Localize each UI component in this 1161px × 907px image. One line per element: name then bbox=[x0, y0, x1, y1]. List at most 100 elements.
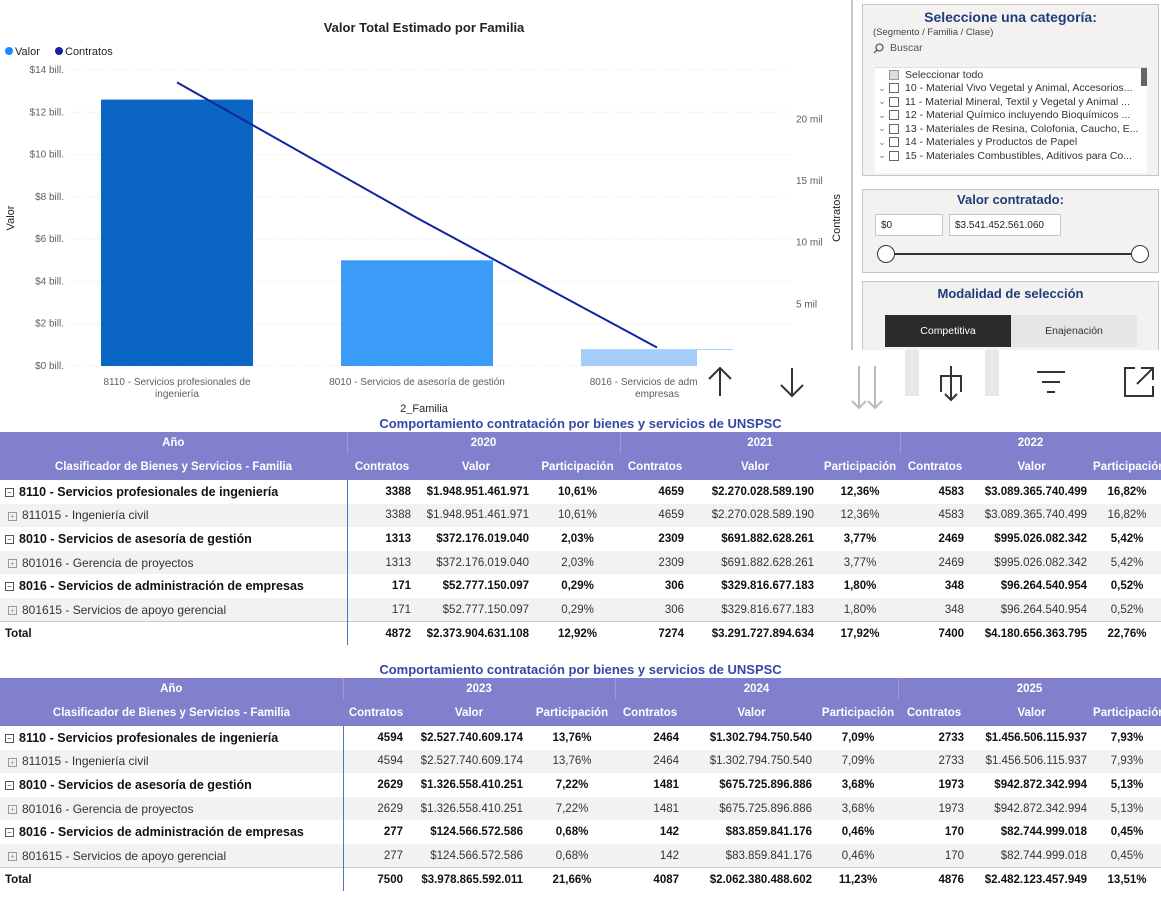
expand-icon[interactable]: + bbox=[8, 851, 17, 861]
table-row[interactable]: +801615 - Servicios de apoyo gerencial 27… bbox=[0, 843, 1161, 868]
row-label-cell[interactable]: +811015 - Ingeniería civil bbox=[0, 503, 348, 528]
year-column-header[interactable]: 2024 bbox=[615, 678, 899, 699]
table-row[interactable]: −8016 - Servicios de administración de e… bbox=[0, 820, 1161, 844]
double-arrow-down-icon[interactable] bbox=[847, 364, 887, 412]
column-header[interactable]: Valor bbox=[690, 453, 821, 480]
table-row[interactable]: +801016 - Gerencia de proyectos 1313 $372.… bbox=[0, 550, 1161, 575]
collapse-icon[interactable]: − bbox=[5, 828, 14, 838]
chevron-down-icon[interactable]: ⌄ bbox=[875, 123, 889, 134]
year-header[interactable]: Año bbox=[0, 678, 344, 699]
expand-icon[interactable]: + bbox=[8, 605, 17, 615]
category-checkbox[interactable] bbox=[889, 150, 899, 161]
expand-hierarchy-icon[interactable] bbox=[931, 364, 971, 404]
expand-icon[interactable]: + bbox=[8, 804, 17, 814]
arrow-up-icon[interactable] bbox=[705, 364, 735, 400]
filter-icon[interactable] bbox=[1033, 364, 1069, 400]
column-header[interactable]: Contratos bbox=[343, 699, 409, 726]
column-header[interactable]: Participación bbox=[529, 699, 616, 726]
year-column-header[interactable]: 2025 bbox=[898, 678, 1161, 699]
select-all-checkbox[interactable] bbox=[889, 69, 899, 80]
table-row[interactable]: −8016 - Servicios de administración de e… bbox=[0, 574, 1161, 598]
table-row[interactable]: +801016 - Gerencia de proyectos 2629 $1.32… bbox=[0, 796, 1161, 821]
category-item[interactable]: ⌄ 13 - Materiales de Resina, Colofonia, … bbox=[875, 122, 1147, 136]
column-header[interactable]: Contratos bbox=[615, 699, 686, 726]
category-checkbox[interactable] bbox=[889, 96, 899, 107]
total-row[interactable]: Total 4872 $2.373.904.631.108 12,92% 7274 $3.… bbox=[0, 621, 1161, 646]
table-row[interactable]: −8010 - Servicios de asesoría de gestión… bbox=[0, 527, 1161, 551]
category-checkbox[interactable] bbox=[889, 123, 899, 134]
arrow-down-icon[interactable] bbox=[777, 364, 807, 400]
table-row[interactable]: +811015 - Ingeniería civil 4594 $2.527.740… bbox=[0, 749, 1161, 774]
chevron-down-icon[interactable]: ⌄ bbox=[875, 110, 889, 121]
category-item[interactable]: ⌄ 15 - Materiales Combustibles, Aditivos… bbox=[875, 149, 1147, 163]
table-row[interactable]: −8110 - Servicios profesionales de ingen… bbox=[0, 480, 1161, 504]
row-label-cell[interactable]: +801615 - Servicios de apoyo gerencial bbox=[0, 597, 348, 622]
column-header[interactable]: Contratos bbox=[900, 453, 971, 480]
value-min-handle[interactable] bbox=[877, 245, 895, 263]
row-label-cell[interactable]: +801615 - Servicios de apoyo gerencial bbox=[0, 843, 344, 868]
chevron-down-icon[interactable]: ⌄ bbox=[875, 83, 889, 94]
year-column-header[interactable]: 2021 bbox=[620, 432, 901, 453]
chevron-down-icon[interactable]: ⌄ bbox=[875, 150, 889, 161]
column-header[interactable]: Participación bbox=[535, 453, 621, 480]
column-header[interactable]: Participación bbox=[818, 699, 899, 726]
category-item[interactable]: ⌄ 12 - Material Químico incluyendo Bioqu… bbox=[875, 109, 1147, 123]
expand-icon[interactable]: + bbox=[8, 511, 17, 521]
value-max-input[interactable]: $3.541.452.561.060 bbox=[949, 214, 1061, 236]
year-header[interactable]: Año bbox=[0, 432, 348, 453]
column-header[interactable]: Participación bbox=[820, 453, 901, 480]
row-label-cell[interactable]: −8110 - Servicios profesionales de ingen… bbox=[0, 480, 348, 504]
total-row[interactable]: Total 7500 $3.978.865.592.011 21,66% 4087 $2.… bbox=[0, 867, 1161, 892]
expand-icon[interactable]: + bbox=[8, 757, 17, 767]
row-label-cell[interactable]: Total bbox=[0, 867, 344, 892]
expand-icon[interactable]: + bbox=[8, 558, 17, 568]
row-label-cell[interactable]: −8110 - Servicios profesionales de ingen… bbox=[0, 726, 344, 750]
collapse-icon[interactable]: − bbox=[5, 781, 14, 791]
column-header[interactable]: Valor bbox=[417, 453, 535, 480]
row-label-cell[interactable]: −8016 - Servicios de administración de e… bbox=[0, 820, 344, 844]
column-header[interactable]: Valor bbox=[970, 453, 1094, 480]
value-range-track[interactable] bbox=[885, 253, 1141, 255]
row-label-cell[interactable]: +801016 - Gerencia de proyectos bbox=[0, 796, 344, 821]
year-column-header[interactable]: 2023 bbox=[343, 678, 616, 699]
row-label-cell[interactable]: +811015 - Ingeniería civil bbox=[0, 749, 344, 774]
row-header[interactable]: Clasificador de Bienes y Servicios - Fam… bbox=[0, 453, 347, 480]
table-row[interactable]: +801615 - Servicios de apoyo gerencial 17… bbox=[0, 597, 1161, 622]
collapse-icon[interactable]: − bbox=[5, 582, 14, 592]
collapse-icon[interactable]: − bbox=[5, 488, 14, 497]
row-label-cell[interactable]: −8010 - Servicios de asesoría de gestión bbox=[0, 527, 348, 551]
modality-option-enajenacion[interactable]: Enajenación bbox=[1011, 315, 1137, 347]
table-row[interactable]: −8010 - Servicios de asesoría de gestión… bbox=[0, 773, 1161, 797]
category-checkbox[interactable] bbox=[889, 137, 899, 148]
row-label-cell[interactable]: −8010 - Servicios de asesoría de gestión bbox=[0, 773, 344, 797]
category-search[interactable]: Buscar bbox=[873, 41, 1158, 55]
category-checkbox[interactable] bbox=[889, 110, 899, 121]
row-label-cell[interactable]: +801016 - Gerencia de proyectos bbox=[0, 550, 348, 575]
column-header[interactable]: Valor bbox=[685, 699, 819, 726]
column-header[interactable]: Valor bbox=[409, 699, 529, 726]
category-scrollbar[interactable] bbox=[1141, 68, 1147, 86]
table-row[interactable]: −8110 - Servicios profesionales de ingen… bbox=[0, 726, 1161, 750]
chevron-down-icon[interactable]: ⌄ bbox=[875, 96, 889, 107]
chevron-down-icon[interactable]: ⌄ bbox=[875, 137, 889, 148]
modality-option-competitiva[interactable]: Competitiva bbox=[885, 315, 1011, 347]
row-header[interactable]: Clasificador de Bienes y Servicios - Fam… bbox=[0, 699, 343, 726]
year-column-header[interactable]: 2022 bbox=[900, 432, 1161, 453]
column-header[interactable]: Valor bbox=[970, 699, 1094, 726]
column-header[interactable]: Participación bbox=[1093, 699, 1161, 726]
row-label-cell[interactable]: Total bbox=[0, 621, 348, 646]
category-item[interactable]: ⌄ 10 - Material Vivo Vegetal y Animal, A… bbox=[875, 82, 1147, 96]
collapse-icon[interactable]: − bbox=[5, 535, 14, 545]
focus-mode-icon[interactable] bbox=[1121, 364, 1157, 400]
column-header[interactable]: Contratos bbox=[347, 453, 417, 480]
year-column-header[interactable]: 2020 bbox=[347, 432, 621, 453]
category-checkbox[interactable] bbox=[889, 83, 899, 94]
collapse-icon[interactable]: − bbox=[5, 734, 14, 743]
column-header[interactable]: Participación bbox=[1093, 453, 1161, 480]
table-row[interactable]: +811015 - Ingeniería civil 3388 $1.948.951… bbox=[0, 503, 1161, 528]
category-list[interactable]: Seleccionar todo ⌄ 10 - Material Vivo Ve… bbox=[875, 67, 1147, 173]
category-item[interactable]: ⌄ 11 - Material Mineral, Textil y Vegeta… bbox=[875, 95, 1147, 109]
row-label-cell[interactable]: −8016 - Servicios de administración de e… bbox=[0, 574, 348, 598]
category-item[interactable]: ⌄ 14 - Materiales y Productos de Papel bbox=[875, 136, 1147, 150]
select-all-item[interactable]: Seleccionar todo bbox=[875, 68, 1147, 82]
